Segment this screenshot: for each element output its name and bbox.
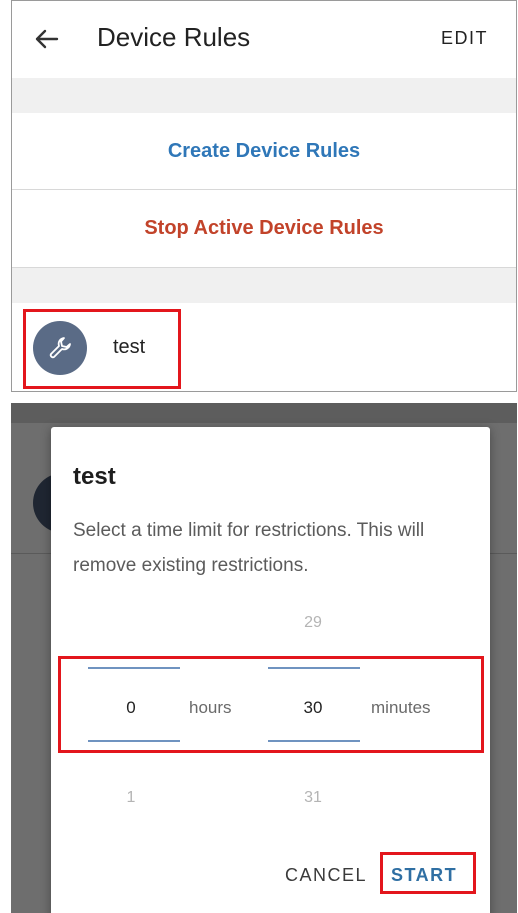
dialog-title: test xyxy=(73,463,116,490)
dialog-message: Select a time limit for restrictions. Th… xyxy=(73,520,425,576)
create-device-rules-button[interactable]: Create Device Rules xyxy=(12,113,516,190)
highlight-rule-item xyxy=(23,309,181,389)
highlight-start-button xyxy=(380,852,476,894)
minutes-prev-value[interactable]: 29 xyxy=(293,614,333,632)
stop-active-device-rules-button[interactable]: Stop Active Device Rules xyxy=(12,190,516,266)
app-bar: Device Rules EDIT xyxy=(12,1,516,78)
hours-next-value[interactable]: 1 xyxy=(111,789,151,807)
highlight-time-picker xyxy=(58,656,484,753)
cancel-button[interactable]: CANCEL xyxy=(285,865,367,886)
page-title: Device Rules xyxy=(97,22,251,52)
section-divider xyxy=(12,78,516,113)
section-divider xyxy=(12,267,516,304)
back-arrow-icon[interactable] xyxy=(32,25,60,53)
edit-button[interactable]: EDIT xyxy=(441,28,488,49)
dimmed-app-bar xyxy=(11,403,517,423)
minutes-next-value[interactable]: 31 xyxy=(293,789,333,807)
